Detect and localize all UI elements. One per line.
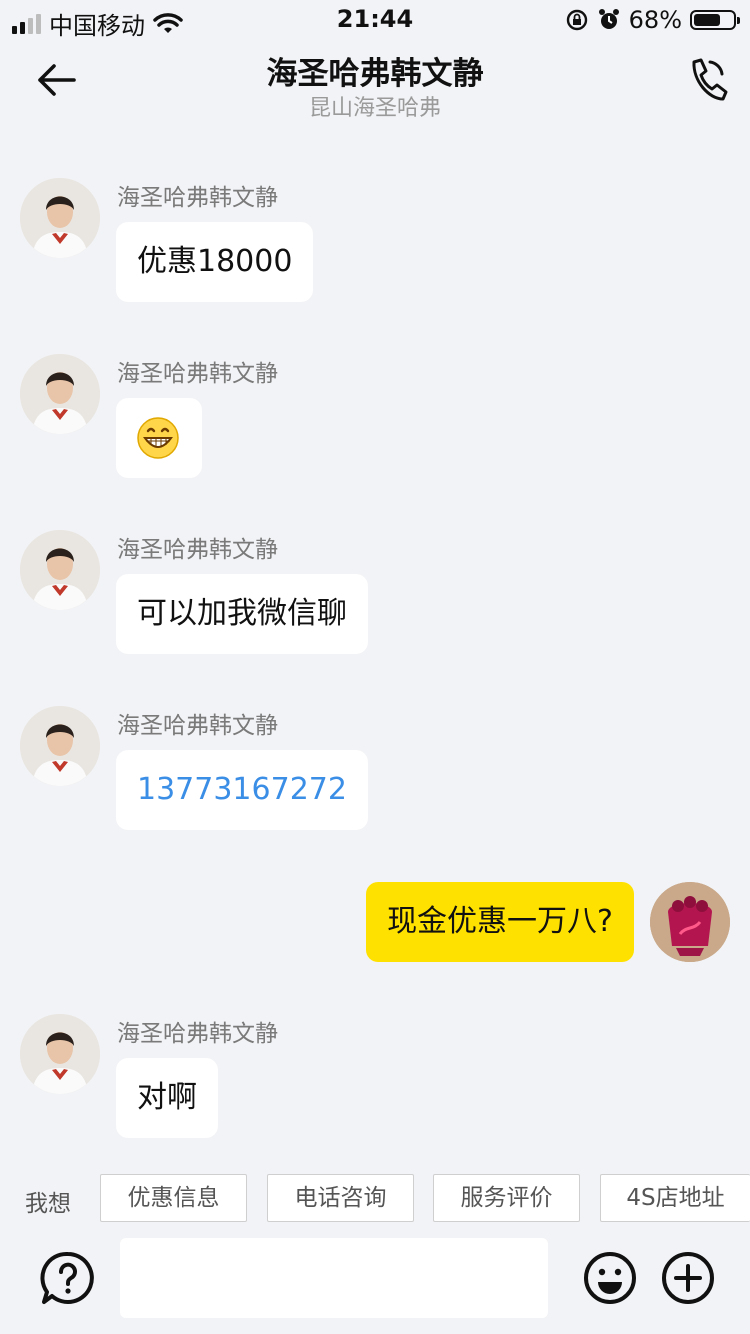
avatar[interactable] <box>20 530 100 610</box>
status-right: 68% <box>565 6 740 34</box>
agent-avatar-image <box>20 530 100 610</box>
emoji-icon[interactable] <box>582 1250 638 1306</box>
message-bubble[interactable] <box>116 398 202 478</box>
battery-percent: 68% <box>628 6 682 34</box>
agent-avatar-image <box>20 178 100 258</box>
quick-reply-chip-rating[interactable]: 服务评价 <box>433 1174 580 1222</box>
help-question-icon[interactable] <box>40 1250 96 1306</box>
avatar[interactable] <box>20 354 100 434</box>
user-avatar-image <box>650 882 730 962</box>
quick-reply-label: 我想 <box>25 1191 71 1217</box>
quick-reply-chip-offers[interactable]: 优惠信息 <box>100 1174 247 1222</box>
plus-add-icon[interactable] <box>660 1250 716 1306</box>
quick-reply-chip-phone[interactable]: 电话咨询 <box>267 1174 414 1222</box>
message-bubble[interactable]: 优惠18000 <box>116 222 314 302</box>
message-bubble[interactable]: 对啊 <box>116 1058 218 1138</box>
agent-avatar-image <box>20 1014 100 1094</box>
sender-name: 海圣哈弗韩文静 <box>117 185 278 211</box>
rotation-lock-icon <box>566 9 587 31</box>
alarm-icon <box>598 9 619 29</box>
quick-reply-bar: 我想 优惠信息 电话咨询 服务评价 4S店地址 <box>0 1160 750 1238</box>
avatar[interactable] <box>20 178 100 258</box>
avatar[interactable] <box>20 706 100 786</box>
chat-header: 海圣哈弗韩文静 昆山海圣哈弗 <box>0 40 750 130</box>
phone-number-link[interactable]: 13773167272 <box>116 750 368 830</box>
input-bar <box>0 1238 750 1334</box>
agent-avatar-image <box>20 706 100 786</box>
agent-avatar-image <box>20 354 100 434</box>
battery-icon <box>690 10 740 30</box>
sender-name: 海圣哈弗韩文静 <box>117 361 278 387</box>
my-avatar[interactable] <box>650 882 730 962</box>
chat-subtitle: 昆山海圣哈弗 <box>308 96 441 121</box>
sender-name: 海圣哈弗韩文静 <box>117 537 278 563</box>
avatar[interactable] <box>20 1014 100 1094</box>
sender-name: 海圣哈弗韩文静 <box>117 1021 278 1047</box>
message-bubble[interactable]: 可以加我微信聊 <box>116 574 368 654</box>
sender-name: 海圣哈弗韩文静 <box>117 713 278 739</box>
status-bar: 中国移动 21:44 68% <box>0 0 750 40</box>
quick-reply-chip-address[interactable]: 4S店地址 <box>600 1174 750 1222</box>
grinning-face-icon <box>137 417 179 459</box>
my-message-bubble[interactable]: 现金优惠一万八? <box>366 882 634 962</box>
phone-icon[interactable] <box>684 56 728 104</box>
message-input[interactable] <box>120 1238 548 1318</box>
chat-title: 海圣哈弗韩文静 <box>266 56 484 92</box>
